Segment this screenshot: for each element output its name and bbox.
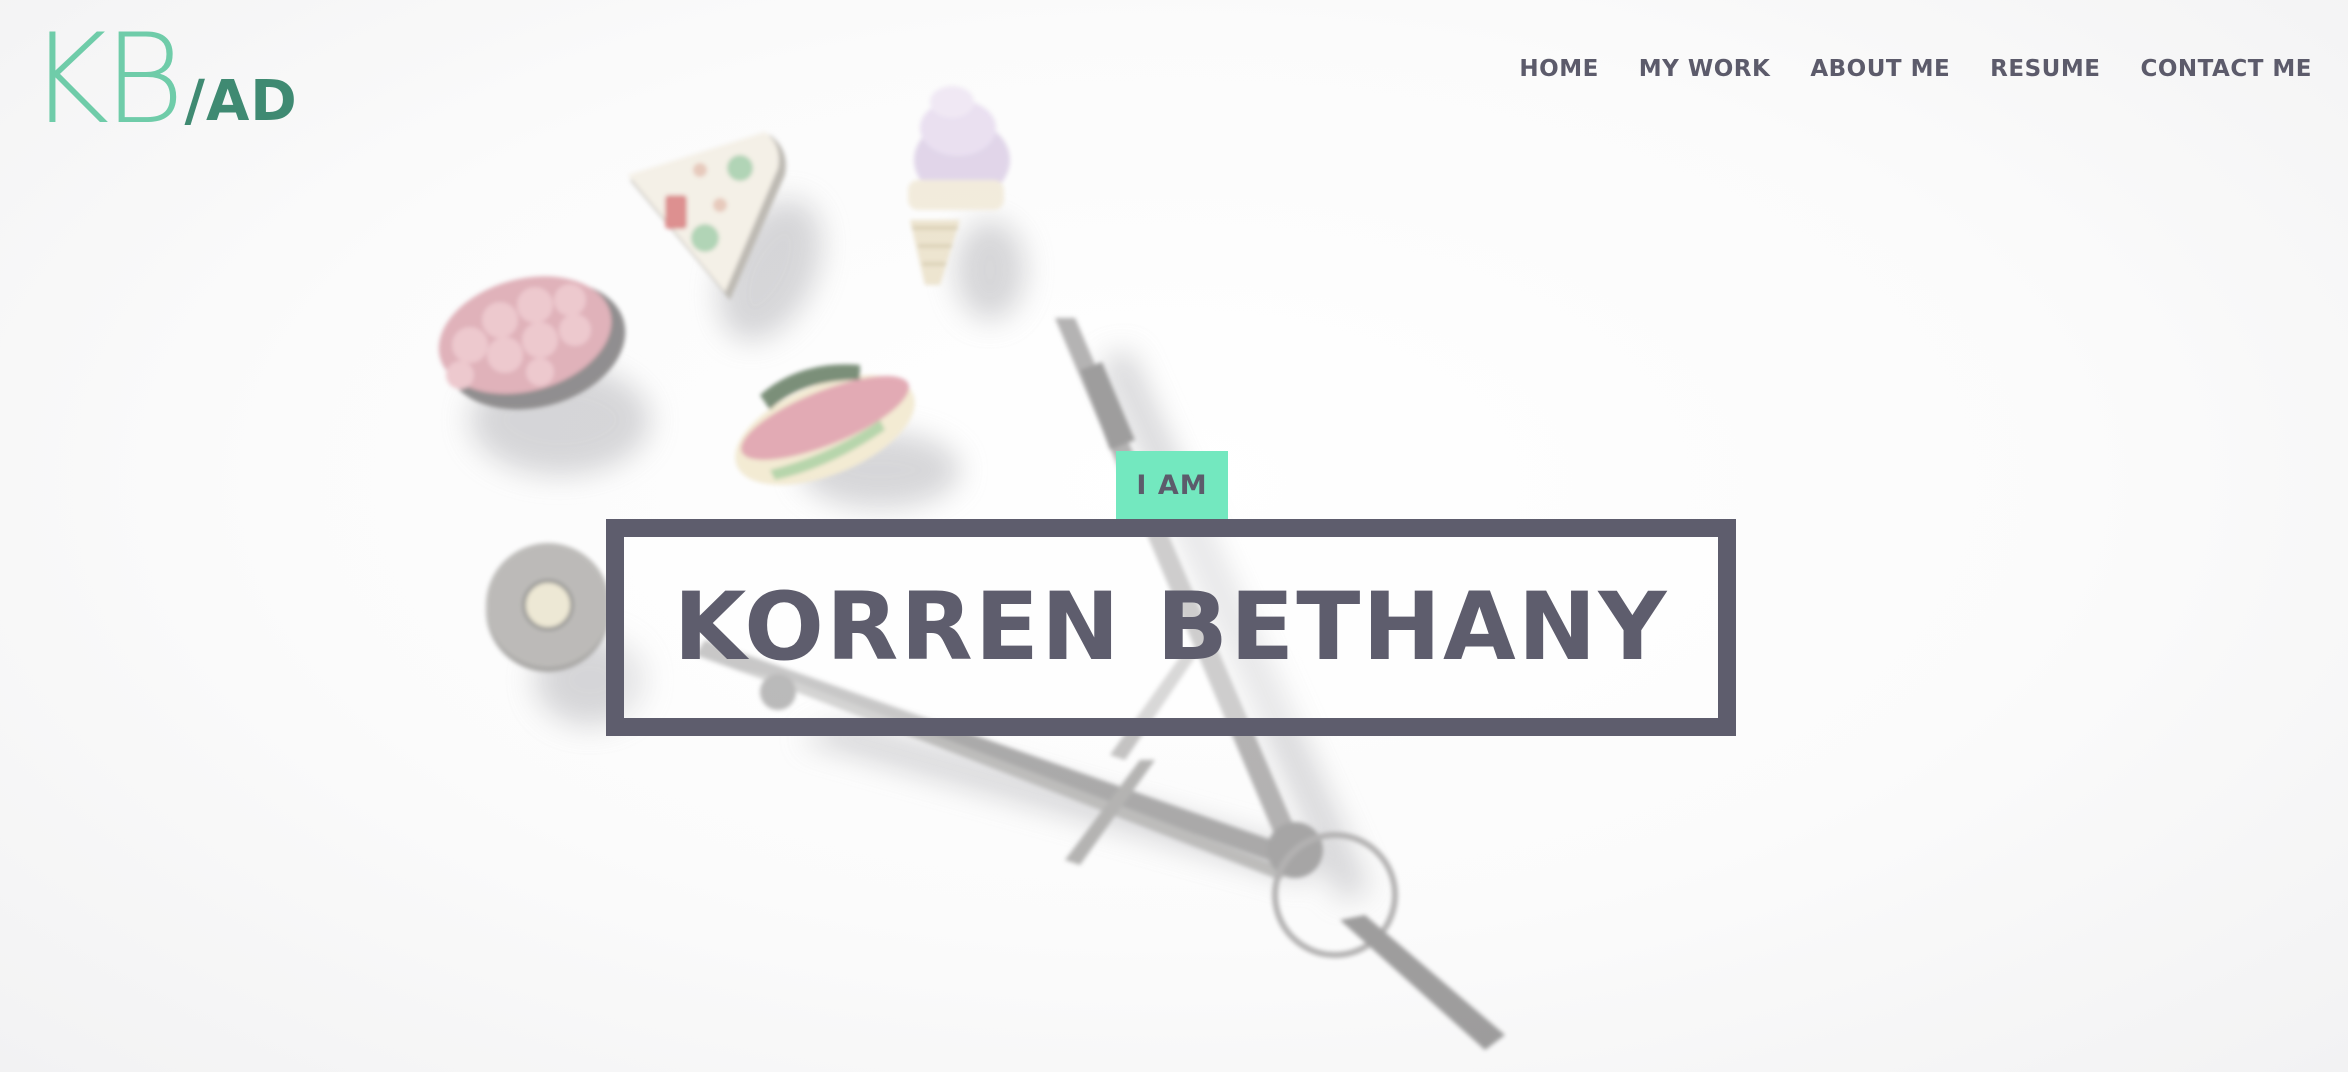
nav-home[interactable]: HOME	[1519, 56, 1598, 82]
main-nav: HOME MY WORK ABOUT ME RESUME CONTACT ME	[1519, 56, 2312, 82]
logo-link[interactable]: KB /AD	[28, 18, 298, 142]
logo-sub-text: /AD	[184, 69, 298, 134]
logo-main-text: KB	[28, 8, 184, 152]
nav-about-me[interactable]: ABOUT ME	[1810, 56, 1950, 82]
donut-eraser	[486, 543, 610, 672]
hero-name: KORREN BETHANY	[673, 573, 1669, 682]
nav-resume[interactable]: RESUME	[1990, 56, 2100, 82]
nav-my-work[interactable]: MY WORK	[1639, 56, 1771, 82]
nav-contact-me[interactable]: CONTACT ME	[2140, 56, 2312, 82]
hero-name-box: KORREN BETHANY	[606, 519, 1736, 736]
page: KB /AD HOME MY WORK ABOUT ME RESUME CONT…	[0, 0, 2348, 1072]
hero-tagline-badge: I AM	[1116, 451, 1228, 519]
